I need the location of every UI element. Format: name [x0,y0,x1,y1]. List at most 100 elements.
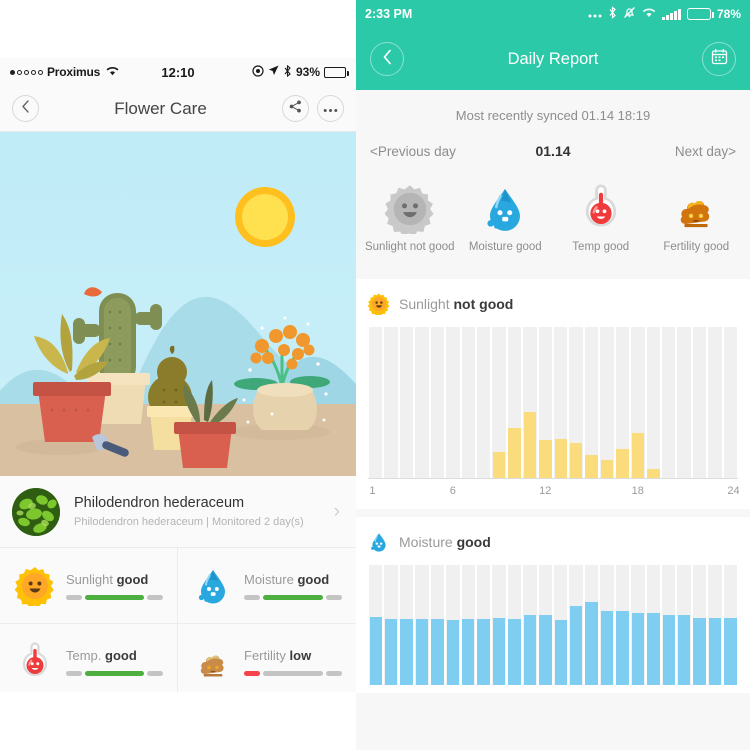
chart-column-track [446,327,460,478]
metric-progress-bar [66,594,163,600]
metric-name: Moisture [244,571,294,587]
sunlight-chart-card: Sunlight not good 1 6 12 18 24 [356,279,750,509]
metric-tile-temperature[interactable]: Temp. good [0,624,178,692]
sunlight-chart-header: Sunlight not good [368,293,738,315]
chart-column-track [384,327,398,478]
chart-column [553,565,568,685]
back-button[interactable] [12,95,39,122]
chart-column [399,327,414,478]
chart-column [676,327,691,478]
right-status-bar: 2:33 PM 78% [356,0,750,28]
metric-progress-bar [66,670,163,676]
chart-bar [569,443,583,478]
plant-info: Philodendron hederaceum Philodendron hed… [60,495,334,528]
chart-column-track [662,327,676,478]
status-item-moisture[interactable]: Moisture good [458,181,554,253]
right-status-time: 2:33 PM [365,7,413,21]
sunlight-chart-title: Sunlight not good [399,296,513,312]
chart-column-track [646,327,661,478]
next-day-button[interactable]: Next day> [571,144,736,159]
x-axis-tick-label: 18 [631,485,644,497]
left-status-bar: Proximus 12:10 93% [0,58,356,86]
chart-column-track [476,327,491,478]
chevron-left-icon [21,99,30,118]
x-axis-tick-label: 12 [539,485,552,497]
share-button[interactable] [282,95,309,122]
metric-name: Temp. [66,647,102,663]
chart-metric-name: Sunlight [399,296,450,312]
chart-column-track [692,327,707,478]
chart-bar [616,449,629,478]
chart-bar [492,452,506,478]
chart-column [568,327,583,478]
metric-tiles: Sunlight good Moisture good Temp. good F… [0,548,356,692]
chart-bar [600,610,614,685]
chart-column [399,565,414,685]
chart-column [646,565,661,685]
chart-column-track [369,327,383,478]
moisture-chart-card: Moisture good [356,517,750,693]
chart-column [476,565,491,685]
chart-column [383,327,398,478]
sun-face-gray-icon [362,181,458,237]
chart-column-track [708,327,722,478]
back-button[interactable] [370,42,404,76]
chart-bar [600,459,614,478]
status-item-temperature[interactable]: Temp good [553,181,649,253]
chart-bar [693,617,706,685]
chart-bar [677,615,691,685]
chart-column-track [399,327,414,478]
water-drop-face-icon [368,531,390,553]
chart-column [599,565,614,685]
chart-column [707,565,722,685]
chart-column [445,327,460,478]
right-status-bar-icons: 78% [588,6,741,22]
chart-bar [708,617,722,685]
carrier-label: Proximus [47,65,101,79]
chart-column [414,327,429,478]
chart-column-track [461,327,475,478]
metric-progress-bar [244,670,342,676]
chart-column [692,327,707,478]
chart-column-track [600,327,614,478]
calendar-button[interactable] [702,42,736,76]
metric-tile-moisture[interactable]: Moisture good [178,548,356,624]
chart-bar [585,602,598,685]
chart-column [646,327,661,478]
page-title: Daily Report [507,49,599,68]
chart-bar [523,615,537,685]
chart-metric-name: Moisture [399,534,453,550]
chart-column [584,565,599,685]
plant-summary-card[interactable]: Philodendron hederaceum Philodendron hed… [0,476,356,548]
more-dots-icon [588,7,602,21]
metric-tile-sunlight[interactable]: Sunlight good [0,548,178,624]
location-arrow-icon [268,65,279,79]
metric-tile-body: Temp. good [56,648,163,676]
chart-column [461,565,476,685]
metric-tile-label: Temp. good [66,648,163,663]
chart-column [491,327,506,478]
status-summary-row: Sunlight not good Moisture good Temp goo… [356,159,750,271]
chart-column [430,565,445,685]
status-item-sunlight[interactable]: Sunlight not good [362,181,458,253]
chart-bar [523,411,537,478]
right-nav-bar: Daily Report [356,28,750,90]
desert-plants-illustration [0,187,356,476]
chart-column-track [430,327,445,478]
status-item-fertility[interactable]: Fertility good [649,181,745,253]
sunlight-chart-x-axis: 1 6 12 18 24 [368,485,739,501]
sync-status-text: Most recently synced 01.14 18:19 [455,108,651,123]
chart-bar [477,619,490,685]
plant-subtitle: Philodendron hederaceum | Monitored 2 da… [74,516,304,528]
more-options-button[interactable] [317,95,344,122]
page-title: Flower Care [114,98,207,118]
chevron-left-icon [382,49,393,70]
previous-day-button[interactable]: <Previous day [370,144,535,159]
chart-bar [554,620,567,685]
chart-column [522,327,537,478]
current-date-label: 01.14 [535,143,571,159]
chart-bar [569,605,583,685]
plant-illustration-hero [0,132,356,476]
metric-tile-fertility[interactable]: Fertility low [178,624,356,692]
chart-bar [446,620,460,685]
